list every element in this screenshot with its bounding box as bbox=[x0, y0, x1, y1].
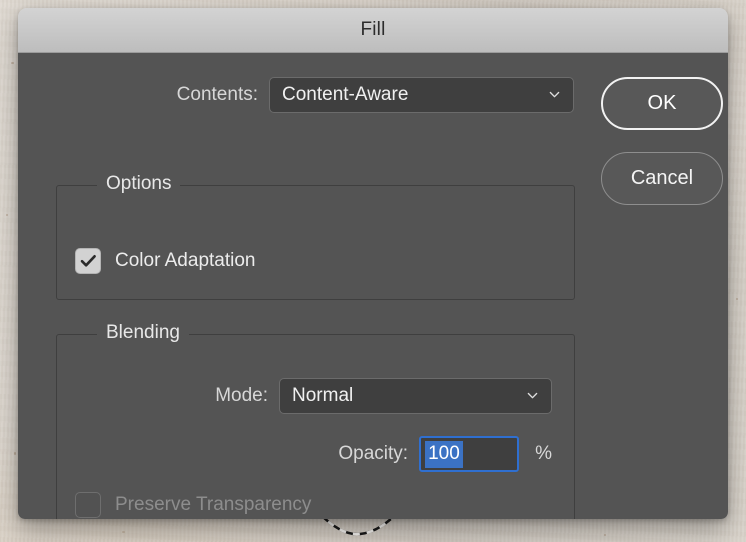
mode-row: Mode: Normal bbox=[57, 378, 552, 414]
background-speck bbox=[604, 534, 606, 536]
background-speck bbox=[14, 452, 16, 455]
options-group: Options Color Adaptation bbox=[56, 173, 575, 300]
chevron-down-icon bbox=[527, 390, 538, 401]
mode-label: Mode: bbox=[215, 385, 268, 406]
opacity-input[interactable]: 100 bbox=[419, 436, 520, 472]
color-adaptation-row[interactable]: Color Adaptation bbox=[75, 248, 256, 274]
preserve-transparency-label: Preserve Transparency bbox=[115, 494, 312, 515]
chevron-down-icon bbox=[549, 89, 560, 100]
contents-label: Contents: bbox=[176, 84, 258, 105]
background-speck bbox=[736, 298, 738, 300]
cancel-button[interactable]: Cancel bbox=[601, 152, 723, 205]
opacity-label: Opacity: bbox=[338, 443, 409, 464]
fill-dialog: Fill Contents: Content-Aware OK Cancel O… bbox=[18, 8, 728, 519]
dialog-titlebar[interactable]: Fill bbox=[18, 8, 728, 53]
dialog-body: Contents: Content-Aware OK Cancel Option… bbox=[18, 53, 728, 519]
color-adaptation-label: Color Adaptation bbox=[115, 250, 256, 271]
background-speck bbox=[6, 214, 8, 216]
preserve-transparency-checkbox bbox=[75, 492, 101, 518]
contents-row: Contents: Content-Aware bbox=[18, 77, 574, 113]
opacity-unit: % bbox=[535, 443, 552, 464]
blending-group-legend: Blending bbox=[97, 322, 189, 344]
dialog-button-stack: OK Cancel bbox=[601, 77, 723, 205]
preserve-transparency-row: Preserve Transparency bbox=[75, 492, 311, 518]
background-speck bbox=[11, 62, 14, 64]
options-group-legend: Options bbox=[97, 173, 181, 195]
background-speck bbox=[122, 531, 125, 533]
dialog-title: Fill bbox=[360, 19, 386, 40]
color-adaptation-checkbox[interactable] bbox=[75, 248, 101, 274]
opacity-row: Opacity: 100 % bbox=[57, 436, 552, 472]
contents-select[interactable]: Content-Aware bbox=[269, 77, 574, 113]
checkmark-icon bbox=[80, 254, 97, 268]
mode-select-value: Normal bbox=[292, 385, 354, 406]
contents-select-value: Content-Aware bbox=[282, 84, 409, 105]
mode-select[interactable]: Normal bbox=[279, 378, 552, 414]
opacity-input-value: 100 bbox=[425, 440, 463, 468]
blending-group: Blending Mode: Normal Opacity: 100 % Pre… bbox=[56, 322, 575, 519]
ok-button[interactable]: OK bbox=[601, 77, 723, 130]
